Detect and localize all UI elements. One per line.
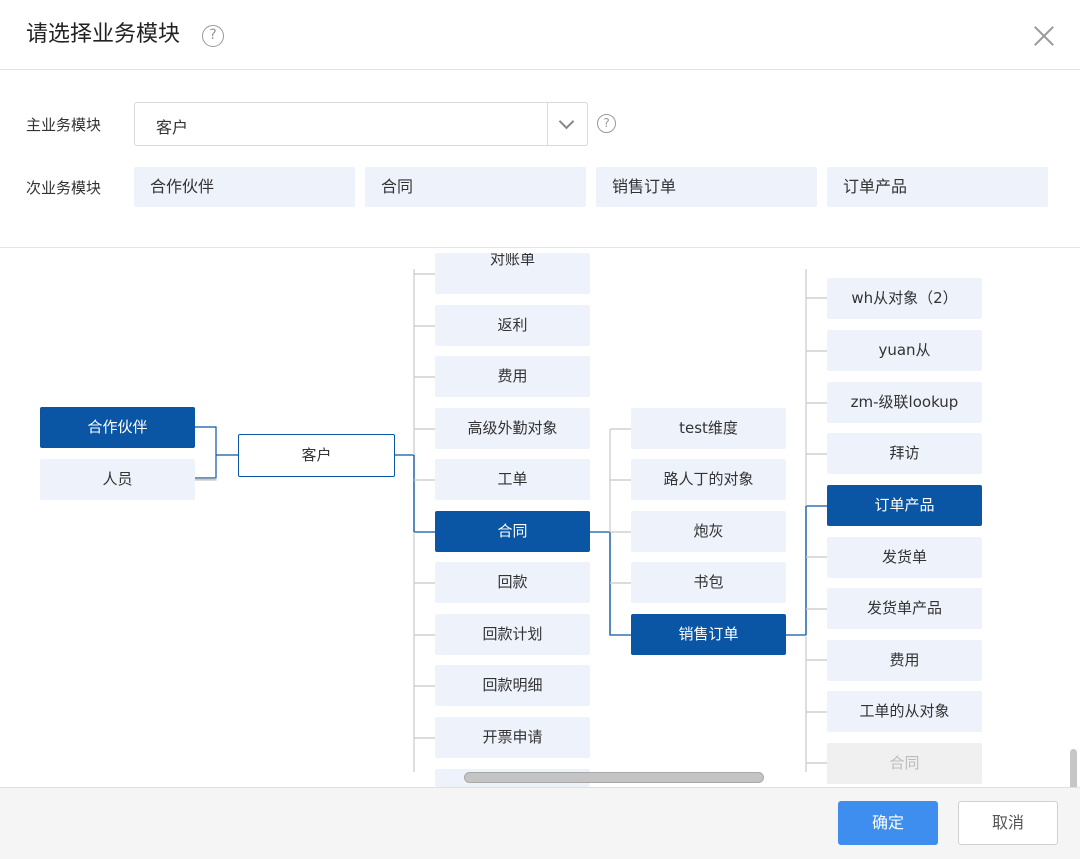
main-module-select[interactable]: 客户 <box>134 102 588 146</box>
tree-node[interactable]: 人员 <box>40 459 195 500</box>
tree-node[interactable]: 订单产品 <box>827 485 982 526</box>
tree-node[interactable]: 返利 <box>435 305 590 346</box>
tree-node[interactable]: 回款计划 <box>435 614 590 655</box>
dialog-footer: 确定 取消 <box>0 787 1080 859</box>
tree-node[interactable]: 回款 <box>435 562 590 603</box>
chevron-down-icon[interactable] <box>547 103 587 145</box>
tree-node[interactable]: 开票申请 <box>435 717 590 758</box>
tree-node[interactable]: 高级外勤对象 <box>435 408 590 449</box>
tree-node[interactable]: 工单的从对象 <box>827 691 982 732</box>
tree-node[interactable]: 工单 <box>435 459 590 500</box>
sub-module-chip[interactable]: 合同 <box>365 167 586 207</box>
dialog-header: 请选择业务模块 ? <box>0 0 1080 70</box>
tree-node[interactable]: 回款明细 <box>435 665 590 706</box>
tree-node[interactable]: 对账单 <box>435 253 590 294</box>
main-module-label: 主业务模块 <box>26 116 102 134</box>
vertical-scrollbar[interactable] <box>1070 749 1077 787</box>
tree-node[interactable]: wh从对象（2） <box>827 278 982 319</box>
sub-module-chip[interactable]: 合作伙伴 <box>134 167 355 207</box>
main-module-value: 客户 <box>156 118 189 137</box>
tree-node[interactable]: 销售订单 <box>631 614 786 655</box>
horizontal-scrollbar[interactable] <box>464 772 764 783</box>
sub-module-label: 次业务模块 <box>26 179 102 197</box>
module-form: 主业务模块 客户 ? 次业务模块 合作伙伴 合同 销售订单 订单产品 <box>0 70 1080 248</box>
tree-node[interactable]: 合作伙伴 <box>40 407 195 448</box>
tree-node: 合同 <box>827 743 982 784</box>
sub-module-chip[interactable]: 销售订单 <box>596 167 817 207</box>
main-module-help-icon[interactable]: ? <box>597 114 616 133</box>
select-module-dialog: 请选择业务模块 ? 主业务模块 客户 ? 次业务模块 合作伙伴 合同 销售订单 … <box>0 0 1080 859</box>
tree-node[interactable]: 发货单 <box>827 537 982 578</box>
tree-node[interactable]: 发货单产品 <box>827 588 982 629</box>
tree-node[interactable]: 拜访 <box>827 433 982 474</box>
close-icon[interactable] <box>1030 22 1058 50</box>
tree-node[interactable]: 路人丁的对象 <box>631 459 786 500</box>
tree-node[interactable]: zm-级联lookup <box>827 382 982 423</box>
tree-node-label: 对账单 <box>489 253 535 268</box>
tree-node[interactable]: 炮灰 <box>631 511 786 552</box>
tree-node[interactable]: test维度 <box>631 408 786 449</box>
tree-node[interactable]: 合同 <box>435 511 590 552</box>
tree-node[interactable]: 书包 <box>631 562 786 603</box>
cancel-button[interactable]: 取消 <box>958 801 1058 845</box>
tree-node[interactable]: 费用 <box>435 356 590 397</box>
module-tree: 合作伙伴 人员 客户 对账单 返利 费用 高级外勤对象 工单 合同 回款 回款计… <box>0 249 1080 787</box>
dialog-title: 请选择业务模块 <box>26 22 181 47</box>
sub-module-chip[interactable]: 订单产品 <box>827 167 1048 207</box>
confirm-button[interactable]: 确定 <box>838 801 938 845</box>
tree-node[interactable]: 费用 <box>827 640 982 681</box>
help-icon[interactable]: ? <box>202 25 224 47</box>
tree-node[interactable]: yuan从 <box>827 330 982 371</box>
tree-root-node[interactable]: 客户 <box>238 434 395 477</box>
